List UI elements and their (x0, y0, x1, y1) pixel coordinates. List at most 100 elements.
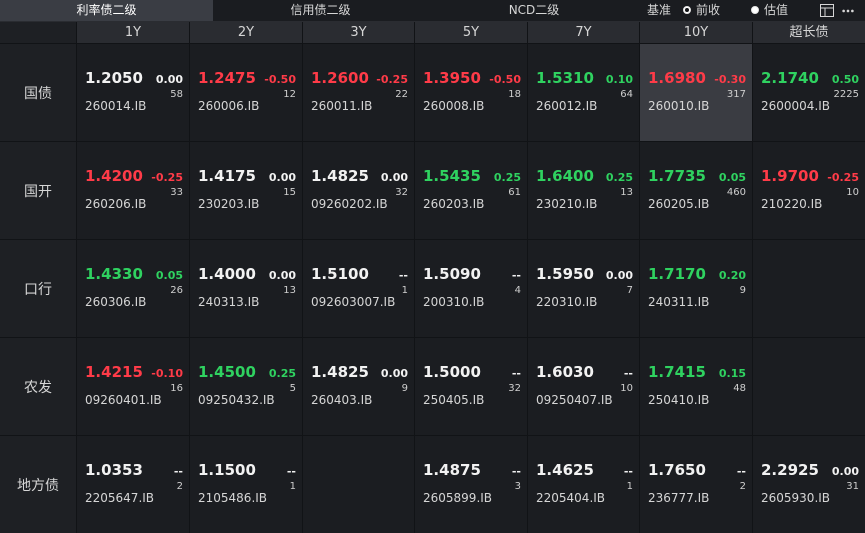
column-header-3[interactable]: 5Y (415, 22, 527, 43)
volume-value: 317 (726, 89, 746, 100)
change-value: -- (511, 465, 521, 478)
basis-valuation-label: 估值 (764, 3, 789, 17)
column-header-4[interactable]: 7Y (528, 22, 639, 43)
quote-cell[interactable]: 1.6400 0.25 13 230210.IB (528, 142, 639, 239)
row-header-1[interactable]: 国开 (0, 142, 76, 239)
basis-prev-close-radio[interactable]: 前收 (683, 0, 720, 21)
quote-cell[interactable]: 1.7170 0.20 9 240311.IB (640, 240, 752, 337)
quote-cell[interactable]: 1.2050 0.00 58 260014.IB (77, 44, 189, 141)
quote-cell[interactable]: 1.4330 0.05 26 260306.IB (77, 240, 189, 337)
quote-cell[interactable]: 1.2600 -0.25 22 260011.IB (303, 44, 414, 141)
bond-code: 260012.IB (536, 99, 598, 113)
yield-value: 1.7735 (648, 167, 706, 185)
change-value: -0.25 (827, 171, 859, 184)
empty-cell (303, 436, 414, 533)
bond-code: 2205647.IB (85, 491, 155, 505)
bond-code: 230210.IB (536, 197, 598, 211)
column-header-0[interactable]: 1Y (77, 22, 189, 43)
more-icon[interactable] (841, 4, 855, 17)
quote-cell[interactable]: 1.1500 -- 1 2105486.IB (190, 436, 302, 533)
change-value: 0.00 (605, 269, 633, 282)
yield-value: 1.2050 (85, 69, 143, 87)
column-header-6[interactable]: 超长债 (753, 22, 865, 43)
quote-cell[interactable]: 1.7735 0.05 460 260205.IB (640, 142, 752, 239)
row-header-0[interactable]: 国债 (0, 44, 76, 141)
quote-cell[interactable]: 1.9700 -0.25 10 210220.IB (753, 142, 865, 239)
change-value: 0.00 (831, 465, 859, 478)
quote-cell[interactable]: 1.4200 -0.25 33 260206.IB (77, 142, 189, 239)
volume-value: 5 (289, 383, 296, 394)
change-value: 0.25 (268, 367, 296, 380)
quote-cell[interactable]: 2.1740 0.50 2225 2600004.IB (753, 44, 865, 141)
bond-code: 2605899.IB (423, 491, 493, 505)
volume-value: 16 (170, 383, 183, 394)
quote-cell[interactable]: 1.4825 0.00 9 260403.IB (303, 338, 414, 435)
bond-code: 260403.IB (311, 393, 373, 407)
bond-code: 2605930.IB (761, 491, 831, 505)
column-header-2[interactable]: 3Y (303, 22, 414, 43)
quote-cell[interactable]: 1.4215 -0.10 16 09260401.IB (77, 338, 189, 435)
row-header-4[interactable]: 地方债 (0, 436, 76, 533)
quote-cell[interactable]: 1.5000 -- 32 250405.IB (415, 338, 527, 435)
row-label: 国开 (24, 183, 52, 200)
bond-code: 260306.IB (85, 295, 147, 309)
volume-value: 1 (626, 481, 633, 492)
row-label: 农发 (24, 379, 52, 396)
yield-value: 1.4625 (536, 461, 594, 479)
empty-cell (753, 240, 865, 337)
quote-cell[interactable]: 1.2475 -0.50 12 260006.IB (190, 44, 302, 141)
volume-value: 31 (846, 481, 859, 492)
volume-value: 26 (170, 285, 183, 296)
bond-code: 240313.IB (198, 295, 260, 309)
volume-value: 13 (620, 187, 633, 198)
basis-valuation-radio[interactable]: 估值 (751, 0, 788, 21)
quote-cell[interactable]: 1.3950 -0.50 18 260008.IB (415, 44, 527, 141)
quote-cell[interactable]: 1.5090 -- 4 200310.IB (415, 240, 527, 337)
quote-cell[interactable]: 1.4825 0.00 32 09260202.IB (303, 142, 414, 239)
quote-cell[interactable]: 1.5100 -- 1 092603007.IB (303, 240, 414, 337)
quote-cell[interactable]: 1.4625 -- 1 2205404.IB (528, 436, 639, 533)
tab-rate-bonds[interactable]: 利率债二级 (0, 0, 213, 21)
quote-cell[interactable]: 1.7650 -- 2 236777.IB (640, 436, 752, 533)
yield-value: 1.0353 (85, 461, 143, 479)
change-value: -0.50 (489, 73, 521, 86)
volume-value: 18 (508, 89, 521, 100)
bond-code: 260205.IB (648, 197, 710, 211)
quote-cell[interactable]: 1.6980 -0.30 317 260010.IB (640, 44, 752, 141)
volume-value: 15 (283, 187, 296, 198)
yield-value: 1.5950 (536, 265, 594, 283)
tab-credit-bonds[interactable]: 信用债二级 (213, 0, 428, 21)
quote-cell[interactable]: 1.4500 0.25 5 09250432.IB (190, 338, 302, 435)
change-value: 0.25 (605, 171, 633, 184)
bond-code: 2105486.IB (198, 491, 268, 505)
bond-code: 09260401.IB (85, 393, 162, 407)
change-value: -0.10 (151, 367, 183, 380)
yield-value: 1.6400 (536, 167, 594, 185)
change-value: -- (511, 269, 521, 282)
row-header-3[interactable]: 农发 (0, 338, 76, 435)
change-value: -0.25 (376, 73, 408, 86)
volume-value: 7 (626, 285, 633, 296)
change-value: 0.50 (831, 73, 859, 86)
volume-value: 48 (733, 383, 746, 394)
volume-value: 10 (846, 187, 859, 198)
quote-cell[interactable]: 1.5950 0.00 7 220310.IB (528, 240, 639, 337)
quote-cell[interactable]: 1.4875 -- 3 2605899.IB (415, 436, 527, 533)
radio-selected-icon (683, 5, 691, 14)
column-header-1[interactable]: 2Y (190, 22, 302, 43)
quote-cell[interactable]: 1.4175 0.00 15 230203.IB (190, 142, 302, 239)
quote-cell[interactable]: 1.5435 0.25 61 260203.IB (415, 142, 527, 239)
yield-value: 1.5000 (423, 363, 481, 381)
quote-cell[interactable]: 2.2925 0.00 31 2605930.IB (753, 436, 865, 533)
quote-cell[interactable]: 1.0353 -- 2 2205647.IB (77, 436, 189, 533)
quote-cell[interactable]: 1.5310 0.10 64 260012.IB (528, 44, 639, 141)
quote-cell[interactable]: 1.4000 0.00 13 240313.IB (190, 240, 302, 337)
row-header-2[interactable]: 口行 (0, 240, 76, 337)
volume-value: 9 (739, 285, 746, 296)
quote-cell[interactable]: 1.7415 0.15 48 250410.IB (640, 338, 752, 435)
layout-icon[interactable] (820, 4, 834, 17)
change-value: -- (286, 465, 296, 478)
tab-ncd[interactable]: NCD二级 (428, 0, 640, 21)
column-header-5[interactable]: 10Y (640, 22, 752, 43)
quote-cell[interactable]: 1.6030 -- 10 09250407.IB (528, 338, 639, 435)
